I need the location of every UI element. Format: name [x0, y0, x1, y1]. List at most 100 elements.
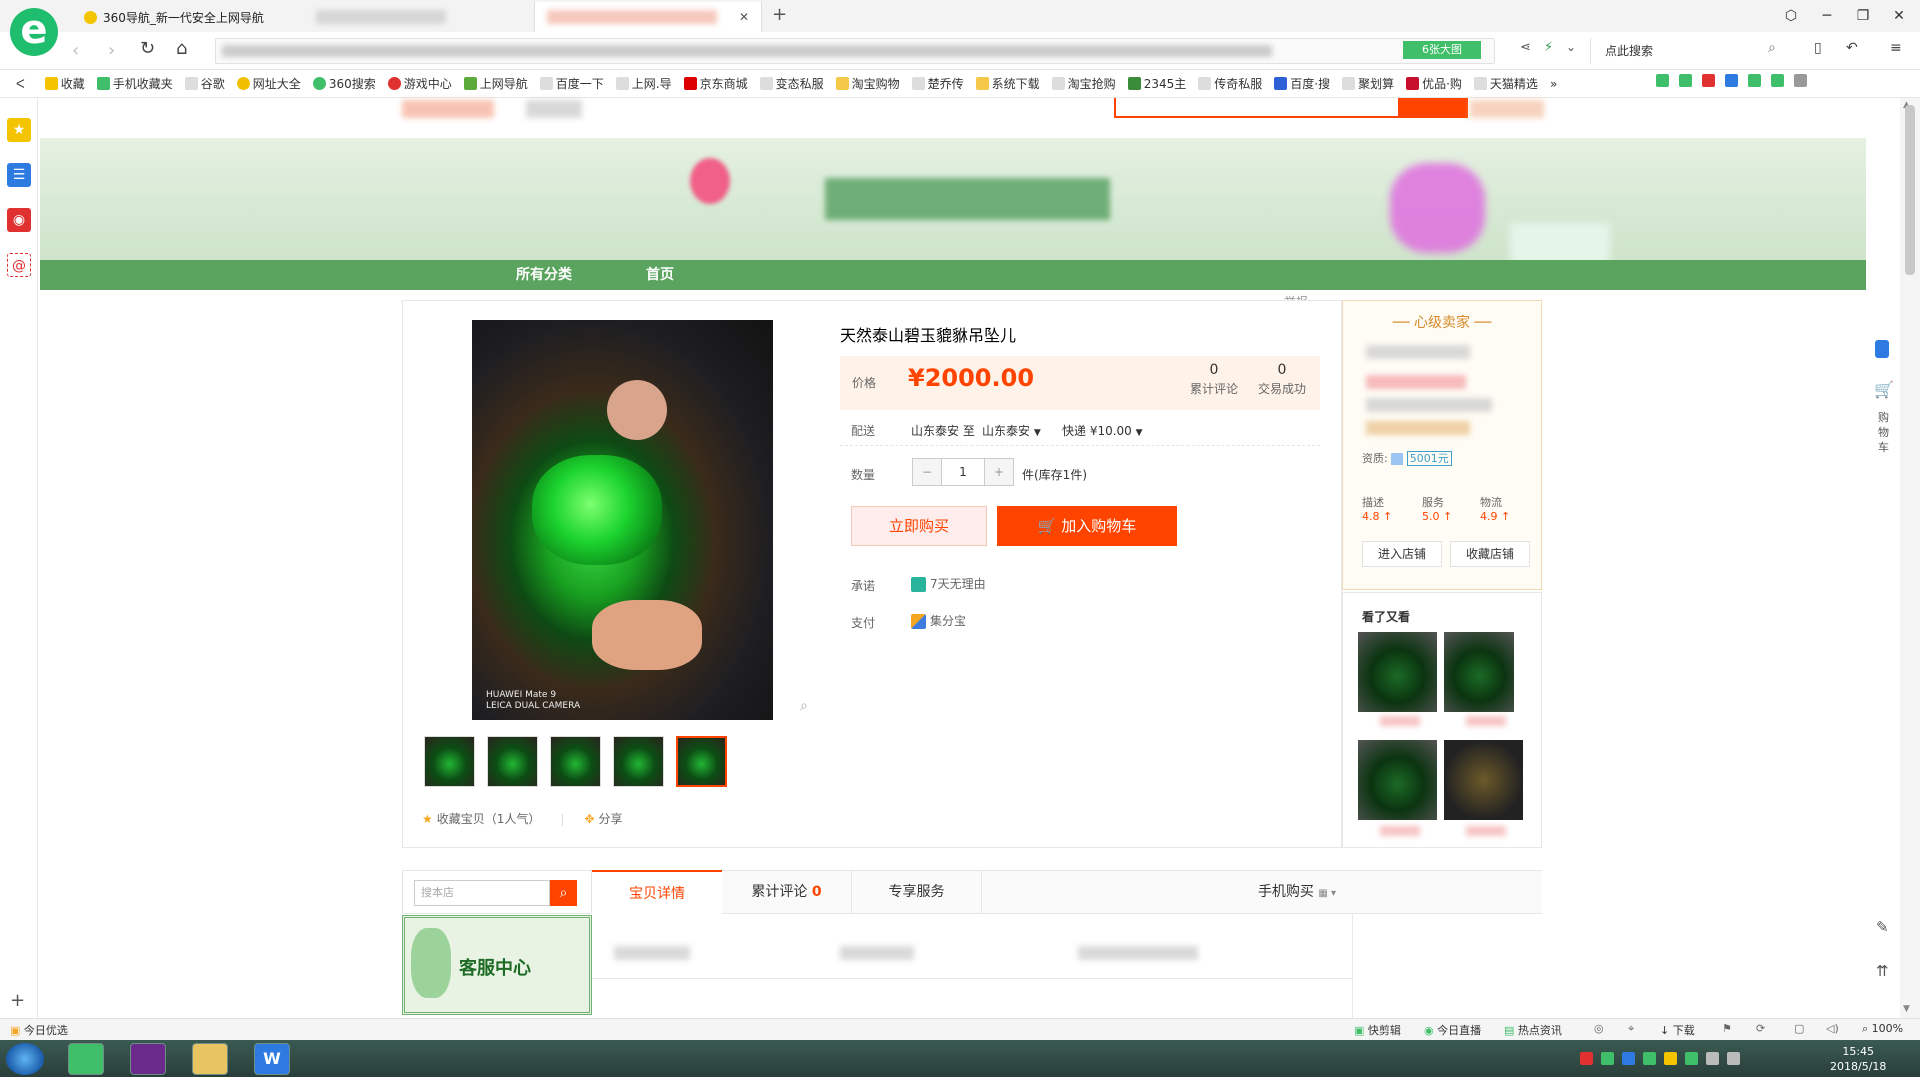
star-icon[interactable]: ★ — [422, 812, 433, 826]
close-window-icon[interactable]: ✕ — [1884, 4, 1914, 28]
bookmark-item[interactable]: 淘宝购物 — [830, 75, 906, 92]
cloud-icon[interactable] — [1875, 340, 1889, 358]
mobile-icon[interactable]: ▯ — [1814, 40, 1822, 56]
url-input[interactable] — [215, 38, 1495, 64]
shirt-icon[interactable]: ⬡ — [1776, 4, 1806, 28]
payment-item[interactable]: 集分宝 — [911, 612, 966, 629]
bookmark-item[interactable]: 上网.导 — [610, 75, 678, 92]
search-input[interactable]: 点此搜索 — [1590, 38, 1790, 64]
thumbnail[interactable] — [424, 736, 475, 787]
thumbnail[interactable] — [613, 736, 664, 787]
bookmark-item[interactable]: 手机收藏夹 — [91, 75, 179, 92]
edit-icon[interactable]: ✎ — [1876, 918, 1889, 936]
bookmark-item[interactable]: 系统下载 — [970, 75, 1046, 92]
shop-search-input[interactable]: 搜本店 — [414, 880, 550, 906]
qty-input[interactable]: 1 — [941, 459, 985, 485]
hot-news[interactable]: ▤ 热点资讯 — [1504, 1022, 1562, 1038]
bookmark-item[interactable]: 收藏 — [39, 75, 91, 92]
tab-360-nav[interactable]: 360导航_新一代安全上网导航 — [72, 2, 292, 32]
nav-home[interactable]: 首页 — [646, 260, 674, 290]
shipping-select[interactable]: 快递 ¥10.00 ▼ — [1062, 422, 1143, 439]
add-icon[interactable]: + — [10, 990, 25, 1011]
bookmark-item[interactable]: 百度·搜 — [1268, 75, 1336, 92]
bookmark-item[interactable]: 优品·购 — [1400, 75, 1468, 92]
grid-icon[interactable] — [1794, 74, 1807, 87]
buy-now-button[interactable]: 立即购买 — [851, 506, 987, 546]
browser-taskbar-icon[interactable] — [68, 1043, 104, 1075]
zoom-level[interactable]: ⌕ 100% — [1862, 1022, 1903, 1036]
tray-icon[interactable] — [1664, 1052, 1677, 1065]
quick-cut[interactable]: ▣ 快剪辑 — [1354, 1022, 1401, 1038]
window-icon[interactable]: ▢ — [1794, 1022, 1804, 1035]
nav-all-categories[interactable]: 所有分类 — [516, 260, 572, 290]
back-icon[interactable]: ‹ — [72, 40, 79, 61]
mail-icon[interactable]: @ — [7, 253, 31, 277]
flag-icon[interactable]: ⚑ — [1722, 1022, 1732, 1035]
cart-label[interactable]: 购物车 — [1878, 410, 1890, 455]
weibo-icon[interactable]: ◉ — [7, 208, 31, 232]
tab-blurred[interactable] — [304, 2, 524, 32]
bookmark-item[interactable]: 聚划算 — [1336, 75, 1400, 92]
thumbnail[interactable] — [550, 736, 601, 787]
ime-icon[interactable] — [1580, 1052, 1593, 1065]
favorite-link[interactable]: 收藏宝贝（1人气） — [437, 810, 541, 827]
extension-icon[interactable] — [1656, 74, 1669, 87]
browser-icon[interactable]: ◎ — [1594, 1022, 1604, 1035]
bookmark-item[interactable]: 京东商城 — [678, 75, 754, 92]
tray-icon[interactable] — [1685, 1052, 1698, 1065]
share-icon[interactable]: ⋖ — [1520, 40, 1531, 55]
tray-icon[interactable] — [1601, 1052, 1614, 1065]
id-icon[interactable] — [1391, 453, 1404, 465]
zoom-icon[interactable]: ⌕ — [800, 698, 808, 714]
app-taskbar-icon[interactable] — [130, 1043, 166, 1075]
enter-shop-button[interactable]: 进入店铺 — [1362, 541, 1442, 567]
bookmark-item[interactable]: 传奇私服 — [1192, 75, 1268, 92]
volume-icon[interactable] — [1727, 1052, 1740, 1065]
explorer-taskbar-icon[interactable] — [192, 1043, 228, 1075]
extension-icon[interactable] — [1702, 74, 1715, 87]
tab-item-details[interactable]: 宝贝详情 — [592, 870, 722, 914]
bookmark-item[interactable]: 淘宝抢购 — [1046, 75, 1122, 92]
clean-icon[interactable]: ⟳ — [1756, 1022, 1765, 1035]
shield-icon[interactable] — [1771, 74, 1784, 87]
recommended-item-image[interactable] — [1358, 740, 1437, 820]
close-tab-icon[interactable]: ✕ — [739, 10, 749, 24]
home-icon[interactable]: ⌂ — [176, 38, 187, 59]
chevron-down-icon[interactable]: ⌄ — [1566, 40, 1576, 54]
scrollbar-thumb[interactable] — [1905, 105, 1915, 275]
extension-icon[interactable] — [1748, 74, 1761, 87]
tray-icon[interactable] — [1643, 1052, 1656, 1065]
product-main-image[interactable]: HUAWEI Mate 9 LEICA DUAL CAMERA — [472, 320, 773, 720]
new-tab-icon[interactable]: + — [772, 4, 787, 25]
news-icon[interactable]: ☰ — [7, 163, 31, 187]
search-icon[interactable]: ⌕ — [550, 880, 577, 906]
sound-icon[interactable]: ◁) — [1826, 1022, 1839, 1035]
undo-icon[interactable]: ↶ — [1846, 40, 1858, 56]
tab-active[interactable]: ✕ — [534, 2, 762, 32]
recommended-item-image[interactable] — [1358, 632, 1437, 712]
recommended-item-image[interactable] — [1444, 632, 1514, 712]
cart-icon[interactable]: 🛒 — [1874, 380, 1894, 399]
forward-icon[interactable]: › — [108, 40, 115, 61]
minimize-icon[interactable]: ─ — [1812, 4, 1842, 28]
share-icon[interactable]: ✥ — [584, 812, 594, 826]
lightning-icon[interactable]: ⚡ — [1544, 40, 1553, 55]
qty-plus-button[interactable]: + — [985, 459, 1013, 485]
tab-reviews[interactable]: 累计评论 0 — [722, 870, 852, 914]
review-count-stat[interactable]: 0 累计评论 — [1186, 362, 1242, 397]
big-images-button[interactable]: 6张大图 — [1403, 41, 1481, 59]
today-picks[interactable]: ▣ 今日优选 — [10, 1022, 68, 1038]
pin-icon[interactable]: ⌖ — [1628, 1022, 1634, 1036]
more-bookmarks-icon[interactable]: » — [1544, 77, 1563, 91]
bookmark-item[interactable]: 百度一下 — [534, 75, 610, 92]
top-search-button[interactable] — [1398, 98, 1466, 118]
scroll-down-icon[interactable]: ▼ — [1903, 1004, 1910, 1014]
sidebar-toggle-icon[interactable]: ᐸ — [10, 77, 39, 91]
bookmark-item[interactable]: 变态私服 — [754, 75, 830, 92]
thumbnail-selected[interactable] — [676, 736, 727, 787]
browser-logo-icon[interactable]: e — [10, 8, 58, 56]
system-clock[interactable]: 15:45 2018/5/18 — [1830, 1044, 1886, 1074]
bookmark-item[interactable]: 谷歌 — [179, 75, 231, 92]
tab-exclusive-service[interactable]: 专享服务 — [852, 870, 982, 914]
tray-icon[interactable] — [1622, 1052, 1635, 1065]
